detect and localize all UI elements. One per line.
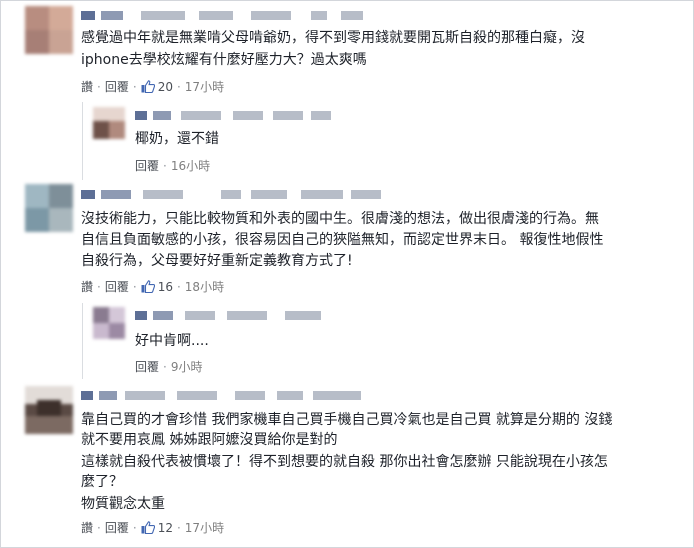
thumbs-up-icon: [141, 280, 155, 293]
comment-text-line: 自殺行為，父母要好好重新定義教育方式了!: [81, 253, 353, 269]
reply-thread: 椰奶，還不錯 回覆 · 16小時: [82, 102, 683, 180]
reply-button[interactable]: 回覆: [105, 280, 129, 294]
like-count-value: 16: [157, 280, 173, 294]
comment-actions: 讚 · 回覆 · 12 · 17小時: [81, 521, 225, 535]
reply-button[interactable]: 回覆: [135, 159, 159, 173]
timestamp[interactable]: 18小時: [185, 280, 224, 294]
comment-actions: 讚 · 回覆 · 20 · 17小時: [81, 80, 225, 94]
commenter-name-redacted[interactable]: [81, 389, 401, 401]
replier-name-redacted[interactable]: [135, 109, 355, 121]
avatar[interactable]: [93, 307, 125, 339]
comment-text-line: 沒技術能力，只能比較物質和外表的國中生。很膚淺的想法，做出很膚淺的行為。無: [81, 211, 599, 227]
reply-thread: 好中肯啊.... 回覆 · 9小時: [82, 303, 683, 379]
timestamp[interactable]: 16小時: [171, 159, 210, 173]
comment-text-line: 就不要用哀鳳 姊姊跟阿嬤沒買給你是對的: [81, 432, 338, 448]
avatar[interactable]: [25, 6, 73, 54]
comment-text-line: 這樣就自殺代表被慣壞了！得不到想要的就自殺 那你出社會怎麼辦 只能說現在小孩怎: [81, 454, 608, 470]
comment-text-line: 感覺過中年就是無業啃父母啃爺奶，得不到零用錢就要開瓦斯自殺的那種白癡，沒: [81, 30, 585, 46]
comment-text-line: 自信且負面敏感的小孩，很容易因自己的狹隘無知，而認定世界末日。 報復性地假性: [81, 232, 604, 248]
comment-text-line: 麼了？: [81, 474, 123, 490]
timestamp[interactable]: 17小時: [185, 521, 224, 535]
avatar[interactable]: [93, 107, 125, 139]
reply-actions: 回覆 · 9小時: [135, 360, 203, 374]
thumbs-up-icon: [141, 521, 155, 534]
avatar[interactable]: [25, 386, 73, 434]
comment-text-line: 物質觀念太重: [81, 496, 165, 512]
like-button[interactable]: 讚: [81, 521, 93, 535]
comment-actions: 讚 · 回覆 · 16 · 18小時: [81, 280, 225, 294]
replier-name-redacted[interactable]: [135, 309, 355, 321]
reply-button[interactable]: 回覆: [105, 80, 129, 94]
like-count[interactable]: 12: [141, 521, 173, 535]
like-count-value: 20: [157, 80, 173, 94]
like-count[interactable]: 20: [141, 80, 173, 94]
reply-actions: 回覆 · 16小時: [135, 159, 211, 173]
reply-button[interactable]: 回覆: [105, 521, 129, 535]
like-count[interactable]: 16: [141, 280, 173, 294]
like-button[interactable]: 讚: [81, 80, 93, 94]
timestamp[interactable]: 9小時: [171, 360, 203, 374]
like-count-value: 12: [157, 521, 173, 535]
timestamp[interactable]: 17小時: [185, 80, 224, 94]
comment-text-line: iphone去學校炫耀有什麼好壓力大？過太爽嗎: [81, 52, 367, 68]
avatar[interactable]: [25, 184, 73, 232]
like-button[interactable]: 讚: [81, 280, 93, 294]
commenter-name-redacted[interactable]: [81, 188, 411, 200]
comment-text-line: 靠自己買的才會珍惜 我們家機車自己買手機自己買冷氣也是自己買 就算是分期的 沒錢: [81, 412, 613, 428]
comments-panel: 感覺過中年就是無業啃父母啃爺奶，得不到零用錢就要開瓦斯自殺的那種白癡，沒 iph…: [0, 0, 694, 548]
reply-text: 椰奶，還不錯: [135, 131, 219, 147]
thumbs-up-icon: [141, 80, 155, 93]
commenter-name-redacted[interactable]: [81, 9, 371, 21]
reply-button[interactable]: 回覆: [135, 360, 159, 374]
reply-text: 好中肯啊....: [135, 333, 209, 349]
